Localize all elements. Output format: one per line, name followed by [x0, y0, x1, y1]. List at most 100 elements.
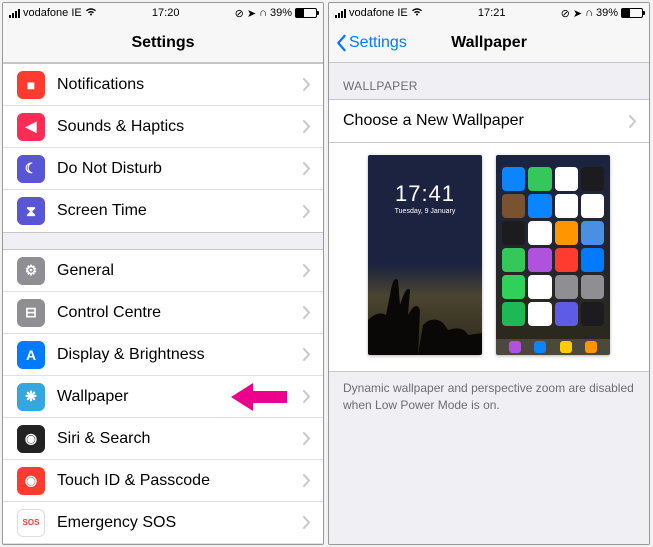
- chevron-right-icon: [303, 162, 311, 175]
- sounds-icon: ◀: [17, 113, 45, 141]
- row-label: Screen Time: [57, 202, 303, 220]
- chevron-right-icon: [303, 432, 311, 445]
- app-icon: [528, 167, 551, 191]
- back-button[interactable]: Settings: [335, 34, 407, 52]
- battery-icon: [295, 8, 317, 18]
- chevron-right-icon: [303, 120, 311, 133]
- app-icon: [581, 275, 604, 299]
- joshua-tree-silhouette: [368, 255, 482, 355]
- chevron-right-icon: [303, 516, 311, 529]
- battery-pct: 39%: [270, 7, 292, 19]
- app-icon: [528, 302, 551, 326]
- status-bar: vodafone IE 17:21 ⊘ ➤ ∩ 39%: [329, 3, 649, 23]
- app-icon: [581, 302, 604, 326]
- row-label: Emergency SOS: [57, 514, 303, 532]
- row-label: Do Not Disturb: [57, 160, 303, 178]
- row-label: Siri & Search: [57, 430, 303, 448]
- wallpaper-previews: 17:41 Tuesday, 9 January: [329, 143, 649, 372]
- footer-note: Dynamic wallpaper and perspective zoom a…: [329, 372, 649, 422]
- row-sounds[interactable]: ◀ Sounds & Haptics: [3, 106, 323, 148]
- wallpaper-content[interactable]: WALLPAPER Choose a New Wallpaper 17:41 T…: [329, 63, 649, 544]
- touchid-icon: ◉: [17, 467, 45, 495]
- app-icon: [581, 167, 604, 191]
- row-label: Display & Brightness: [57, 346, 303, 364]
- dock-app-icon: [509, 341, 521, 353]
- app-icon: [528, 194, 551, 218]
- app-icon: [528, 221, 551, 245]
- carrier-label: vodafone IE: [23, 7, 82, 19]
- headphones-icon: ∩: [585, 7, 593, 19]
- row-wallpaper[interactable]: ❋Wallpaper: [3, 376, 323, 418]
- general-icon: ⚙: [17, 257, 45, 285]
- row-notifications[interactable]: ■ Notifications: [3, 64, 323, 106]
- row-display[interactable]: A Display & Brightness: [3, 334, 323, 376]
- app-icon: [528, 248, 551, 272]
- rotation-lock-icon: ⊘: [235, 7, 244, 20]
- row-label: Notifications: [57, 76, 303, 94]
- notifications-icon: ■: [17, 71, 45, 99]
- battery-pct: 39%: [596, 7, 618, 19]
- status-time: 17:21: [478, 7, 506, 19]
- app-icon: [502, 194, 525, 218]
- row-label: General: [57, 262, 303, 280]
- chevron-right-icon: [303, 205, 311, 218]
- chevron-right-icon: [303, 390, 311, 403]
- app-icon: [555, 248, 578, 272]
- app-icon: [555, 194, 578, 218]
- section-header: WALLPAPER: [329, 63, 649, 99]
- wallpaper-icon: ❋: [17, 383, 45, 411]
- dnd-icon: ☾: [17, 155, 45, 183]
- rotation-lock-icon: ⊘: [561, 7, 570, 20]
- row-general[interactable]: ⚙ General: [3, 250, 323, 292]
- dock-app-icon: [534, 341, 546, 353]
- lock-screen-preview[interactable]: 17:41 Tuesday, 9 January: [368, 155, 482, 355]
- nav-title: Wallpaper: [451, 34, 527, 52]
- siri-icon: ◉: [17, 425, 45, 453]
- status-bar: vodafone IE 17:20 ⊘ ➤ ∩ 39%: [3, 3, 323, 23]
- location-icon: ➤: [247, 7, 256, 20]
- row-choose-wallpaper[interactable]: Choose a New Wallpaper: [329, 100, 649, 142]
- callout-arrow-icon: [231, 383, 287, 411]
- row-label: Sounds & Haptics: [57, 118, 303, 136]
- status-time: 17:20: [152, 7, 180, 19]
- chevron-right-icon: [303, 306, 311, 319]
- headphones-icon: ∩: [259, 7, 267, 19]
- chevron-right-icon: [303, 264, 311, 277]
- chevron-right-icon: [303, 78, 311, 91]
- signal-icon: [335, 9, 346, 18]
- carrier-label: vodafone IE: [349, 7, 408, 19]
- app-icon: [502, 221, 525, 245]
- app-icon: [555, 275, 578, 299]
- app-icon: [581, 248, 604, 272]
- chevron-right-icon: [303, 474, 311, 487]
- chevron-right-icon: [629, 115, 637, 128]
- row-control-centre[interactable]: ⊟ Control Centre: [3, 292, 323, 334]
- app-icon: [528, 275, 551, 299]
- row-dnd[interactable]: ☾ Do Not Disturb: [3, 148, 323, 190]
- dock-app-icon: [560, 341, 572, 353]
- settings-list[interactable]: ■ Notifications ◀ Sounds & Haptics ☾ Do Not D…: [3, 63, 323, 544]
- wifi-icon: [85, 7, 97, 19]
- row-label: Touch ID & Passcode: [57, 472, 303, 490]
- row-label: Control Centre: [57, 304, 303, 322]
- battery-icon: [621, 8, 643, 18]
- row-screen-time[interactable]: ⧗ Screen Time: [3, 190, 323, 232]
- chevron-right-icon: [303, 348, 311, 361]
- home-screen-preview[interactable]: [496, 155, 610, 355]
- settings-screen: vodafone IE 17:20 ⊘ ➤ ∩ 39% Settings ■No…: [2, 2, 324, 545]
- row-siri[interactable]: ◉ Siri & Search: [3, 418, 323, 460]
- location-icon: ➤: [573, 7, 582, 20]
- display-icon: A: [17, 341, 45, 369]
- app-icon: [555, 221, 578, 245]
- app-icon: [581, 194, 604, 218]
- row-sos[interactable]: SOSEmergency SOS: [3, 502, 323, 544]
- control-centre-icon: ⊟: [17, 299, 45, 327]
- choose-wallpaper-label: Choose a New Wallpaper: [343, 112, 629, 130]
- signal-icon: [9, 9, 20, 18]
- screentime-icon: ⧗: [17, 197, 45, 225]
- back-label: Settings: [349, 34, 407, 52]
- lock-preview-time: 17:41: [368, 155, 482, 207]
- row-touchid[interactable]: ◉ Touch ID & Passcode: [3, 460, 323, 502]
- app-icon: [555, 302, 578, 326]
- wallpaper-screen: vodafone IE 17:21 ⊘ ➤ ∩ 39% Settings Wal…: [328, 2, 650, 545]
